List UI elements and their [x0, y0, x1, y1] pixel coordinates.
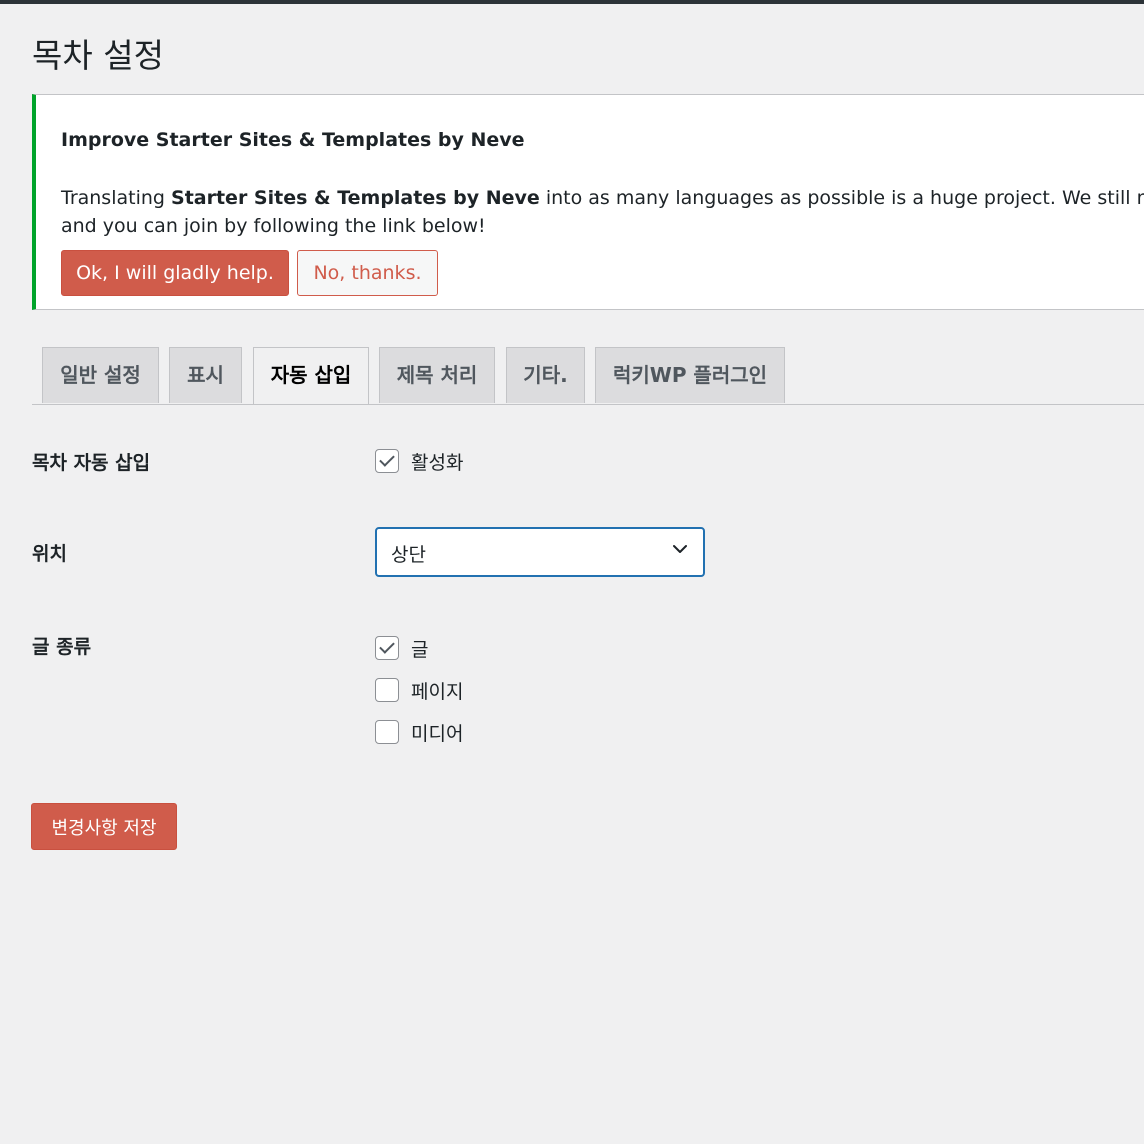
- post-type-post-label: 글: [411, 638, 429, 661]
- post-type-page-checkbox[interactable]: [375, 678, 399, 702]
- notice-text-line2: and you can join by following the link b…: [61, 215, 486, 237]
- notice-text-suffix: into as many languages as possible is a …: [539, 187, 1144, 209]
- tab-misc[interactable]: 기타.: [506, 347, 585, 403]
- position-select-value: 상단: [391, 544, 426, 566]
- save-changes-button[interactable]: 변경사항 저장: [31, 803, 177, 850]
- post-type-option-page: 페이지: [375, 677, 463, 703]
- post-type-post-checkbox[interactable]: [375, 636, 399, 660]
- auto-insert-option-label: 활성화: [411, 451, 464, 474]
- notice-text: Translating Starter Sites & Templates by…: [61, 184, 1144, 240]
- notice-text-bold: Starter Sites & Templates by Neve: [171, 187, 540, 209]
- post-type-media-label: 미디어: [411, 722, 464, 745]
- auto-insert-label: 목차 자동 삽입: [32, 452, 151, 474]
- help-translate-button[interactable]: Ok, I will gladly help.: [61, 250, 289, 296]
- tab-luckywp-plugins[interactable]: 럭키WP 플러그인: [595, 347, 785, 403]
- admin-top-bar: [0, 0, 1144, 4]
- post-type-media-checkbox[interactable]: [375, 720, 399, 744]
- auto-insert-option: 활성화: [375, 448, 463, 474]
- tab-auto-insert[interactable]: 자동 삽입: [253, 347, 369, 404]
- post-type-option-post: 글: [375, 635, 428, 661]
- post-types-label: 글 종류: [32, 636, 92, 658]
- translation-notice: Improve Starter Sites & Templates by Nev…: [32, 94, 1144, 310]
- position-label: 위치: [32, 543, 67, 565]
- tab-display[interactable]: 표시: [169, 347, 242, 403]
- chevron-down-icon: [673, 545, 687, 553]
- page-title: 목차 설정: [32, 36, 164, 75]
- tab-general[interactable]: 일반 설정: [42, 347, 159, 403]
- tab-heading-processing[interactable]: 제목 처리: [379, 347, 495, 403]
- auto-insert-checkbox[interactable]: [375, 449, 399, 473]
- settings-tabs: 일반 설정 표시 자동 삽입 제목 처리 기타. 럭키WP 플러그인: [32, 347, 1144, 405]
- post-type-page-label: 페이지: [411, 680, 464, 703]
- decline-button[interactable]: No, thanks.: [297, 250, 438, 296]
- position-select[interactable]: 상단: [375, 527, 705, 577]
- post-type-option-media: 미디어: [375, 719, 463, 745]
- notice-title: Improve Starter Sites & Templates by Nev…: [61, 129, 525, 151]
- notice-text-prefix: Translating: [61, 187, 172, 209]
